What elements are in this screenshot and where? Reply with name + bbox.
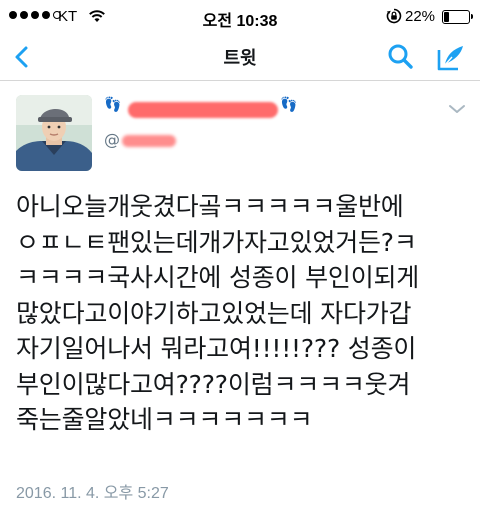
- status-bar: KT 오전 10:38 22%: [0, 0, 480, 34]
- redacted-handle: [122, 135, 176, 147]
- avatar[interactable]: [16, 95, 92, 171]
- navigation-bar: 트윗: [0, 34, 480, 81]
- tweet-text: 아니오늘개웃겼다곸ㅋㅋㅋㅋㅋ울반에 ㅇㅍㄴㅌ팬있는데개가자고있었거든?ㅋ ㅋㅋㅋ…: [16, 192, 420, 434]
- footprints-emoji: 👣: [104, 97, 122, 113]
- tweet-author[interactable]: 👣 👣 @: [104, 95, 324, 153]
- footprints-emoji: 👣: [280, 97, 298, 113]
- rotation-lock-icon: [386, 8, 402, 24]
- compose-tweet-icon[interactable]: [432, 40, 468, 76]
- redacted-display-name: [128, 102, 278, 118]
- search-icon[interactable]: [384, 40, 418, 74]
- profile-photo: [16, 95, 92, 171]
- tweet-timestamp[interactable]: 2016. 11. 4. 오후 5:27: [16, 479, 169, 503]
- author-name: 👣 👣: [104, 95, 314, 125]
- battery-icon: [442, 10, 473, 24]
- battery-level: [444, 12, 450, 22]
- chevron-left-icon[interactable]: [6, 40, 40, 74]
- chevron-down-icon[interactable]: [446, 101, 468, 117]
- battery-percentage: 22%: [405, 8, 436, 25]
- handle-prefix: @: [104, 130, 120, 149]
- tweet-detail: 👣 👣 @ 아니오늘개웃겼다곸ㅋㅋㅋㅋㅋ울반에 ㅇㅍㄴㅌ팬있는데개가자고있었거든…: [0, 81, 480, 506]
- author-handle: @: [104, 129, 304, 153]
